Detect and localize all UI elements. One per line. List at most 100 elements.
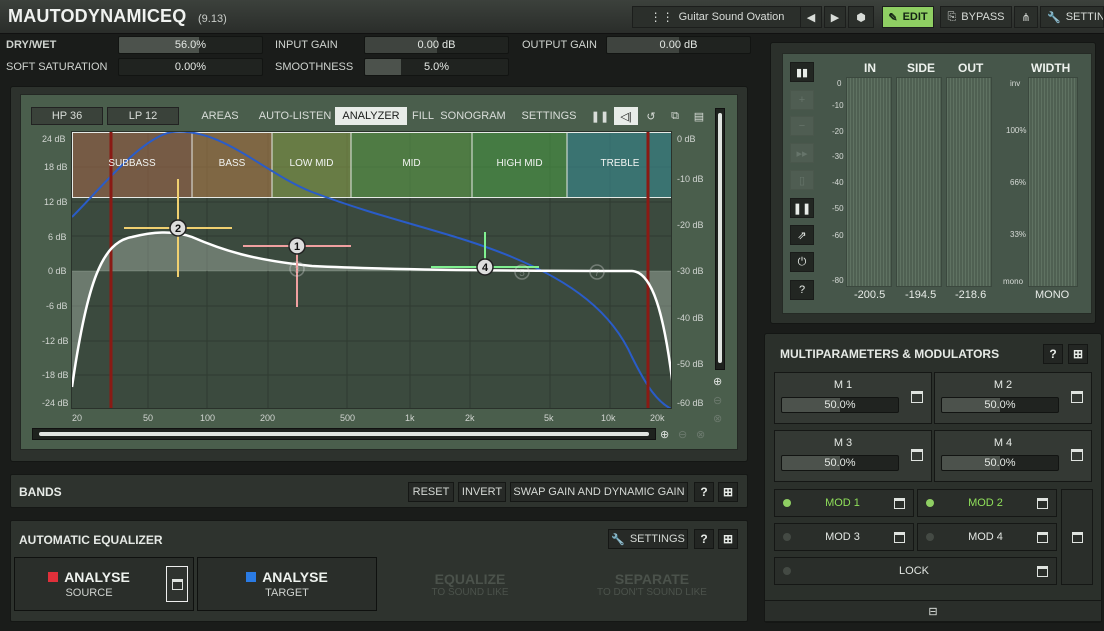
modulator-mod3[interactable]: MOD 3	[774, 523, 914, 551]
m1-slider[interactable]: 50.0%	[781, 397, 899, 413]
analyse-target-button[interactable]: ANALYSE TARGET	[197, 557, 377, 611]
edit-button[interactable]: ✎ EDIT	[882, 6, 934, 28]
meter-resize-button[interactable]: ⇗	[790, 225, 814, 245]
output-gain-slider[interactable]: 0.00 dB	[606, 36, 751, 54]
node-2-label: 2	[175, 223, 181, 235]
resize-icon: ⇗	[797, 229, 807, 242]
app-title: MAUTODYNAMICEQ	[8, 6, 187, 26]
node-5[interactable]: 5	[514, 264, 530, 280]
meter-clear-button[interactable]: ▯	[790, 170, 814, 190]
band-bass[interactable]: BASS	[192, 158, 272, 169]
h-zoom-reset-icon[interactable]: ⊗	[696, 428, 705, 441]
mod2-trash-icon[interactable]	[1037, 497, 1048, 509]
preset-selector[interactable]: ⋮⋮ Guitar Sound Ovation	[632, 6, 802, 28]
mod1-trash-icon[interactable]	[894, 497, 905, 509]
meter-forward-button[interactable]: ▸▸	[790, 143, 814, 163]
areas-tab[interactable]: AREAS	[198, 107, 242, 125]
arrow-left-icon: ◀	[806, 11, 816, 24]
multiparam-m1[interactable]: M 1 50.0%	[774, 372, 932, 424]
h-zoom-out-icon[interactable]: ⊖	[678, 428, 687, 441]
m4-trash-icon[interactable]	[1071, 449, 1083, 461]
analyzer-toggle-button[interactable]: ▮▮	[790, 62, 814, 82]
band-treble[interactable]: TREBLE	[567, 158, 671, 169]
dry-wet-slider[interactable]: 56.0%	[118, 36, 263, 54]
mod4-trash-icon[interactable]	[1037, 531, 1048, 543]
sonogram-tab[interactable]: SONOGRAM	[439, 107, 507, 125]
mod3-trash-icon[interactable]	[894, 531, 905, 543]
bands-expand-button[interactable]: ⊞	[718, 482, 738, 502]
modulator-mod2[interactable]: MOD 2	[917, 489, 1057, 517]
bands-reset-button[interactable]: RESET	[408, 482, 454, 502]
meter-add-button[interactable]: +	[790, 90, 814, 110]
h-zoom-in-icon[interactable]: ⊕	[660, 428, 669, 441]
monitor-button[interactable]: ◁|	[614, 107, 638, 125]
meter-power-button[interactable]: ⏻	[790, 252, 814, 272]
zoom-reset-icon[interactable]: ⊗	[713, 412, 722, 425]
next-preset-button[interactable]: ▶	[824, 6, 846, 28]
band-subbass[interactable]: SUBBASS	[72, 158, 192, 169]
eq-graph[interactable]: 2 1 3 4 5 7 SUBBASS BASS LOW MID MID HIG…	[71, 131, 672, 409]
settings-button[interactable]: 🔧 SETTINGS	[1040, 6, 1104, 28]
m4-value: 50.0%	[984, 457, 1016, 469]
copy-button[interactable]: ⧉	[666, 107, 684, 125]
trash-icon	[171, 578, 183, 590]
paste-button[interactable]: ▤	[690, 107, 708, 125]
input-gain-slider[interactable]: 0.00 dB	[364, 36, 509, 54]
bands-invert-button[interactable]: INVERT	[458, 482, 506, 502]
modulator-mod1[interactable]: MOD 1	[774, 489, 914, 517]
fill-tab[interactable]: FILL	[409, 107, 437, 125]
multiparam-m2[interactable]: M 2 50.0%	[934, 372, 1092, 424]
eq-settings-tab[interactable]: SETTINGS	[518, 107, 580, 125]
collapse-panel-button[interactable]: ⊟	[764, 600, 1102, 622]
auto-eq-help-button[interactable]: ?	[694, 529, 714, 549]
hz-label: 20	[72, 413, 83, 423]
separate-button[interactable]: SEPARATE TO DON'T SOUND LIKE	[562, 557, 742, 611]
routing-button[interactable]: ⋔	[1014, 6, 1038, 28]
m1-trash-icon[interactable]	[911, 391, 923, 403]
analyzer-tab[interactable]: ANALYZER	[335, 107, 407, 125]
bands-help-button[interactable]: ?	[694, 482, 714, 502]
bypass-label: BYPASS	[961, 11, 1005, 23]
reset-view-button[interactable]: ↺	[642, 107, 660, 125]
auto-eq-expand-button[interactable]: ⊞	[718, 529, 738, 549]
random-preset-button[interactable]: ⬢	[848, 6, 874, 28]
smoothness-slider[interactable]: 5.0%	[364, 58, 509, 76]
lp-filter-button[interactable]: LP 12	[107, 107, 179, 125]
multiparam-m4[interactable]: M 4 50.0%	[934, 430, 1092, 482]
auto-eq-settings-button[interactable]: 🔧 SETTINGS	[608, 529, 688, 549]
hp-filter-button[interactable]: HP 36	[31, 107, 103, 125]
vertical-scroll-thumb[interactable]	[718, 113, 722, 363]
bypass-button[interactable]: ⎘ BYPASS	[940, 6, 1012, 28]
lock-trash-icon[interactable]	[1037, 565, 1048, 577]
meter-remove-button[interactable]: −	[790, 116, 814, 136]
multiparam-m3[interactable]: M 3 50.0%	[774, 430, 932, 482]
auto-listen-tab[interactable]: AUTO-LISTEN	[257, 107, 333, 125]
zoom-out-icon[interactable]: ⊖	[713, 394, 722, 407]
vertical-scrollbar[interactable]	[715, 108, 725, 370]
band-high-mid[interactable]: HIGH MID	[472, 158, 567, 169]
meter-pause-button[interactable]: ❚❚	[790, 198, 814, 218]
prev-preset-button[interactable]: ◀	[800, 6, 822, 28]
horizontal-scrollbar[interactable]	[32, 428, 656, 440]
multiparams-help-button[interactable]: ?	[1043, 344, 1063, 364]
source-clear-button[interactable]	[166, 566, 188, 602]
pause-button[interactable]: ❚❚	[591, 107, 609, 125]
power-icon: ⏻	[797, 255, 807, 268]
band-mid[interactable]: MID	[351, 158, 472, 169]
meter-help-button[interactable]: ?	[790, 280, 814, 300]
swap-gain-button[interactable]: SWAP GAIN AND DYNAMIC GAIN	[510, 482, 688, 502]
m3-trash-icon[interactable]	[911, 449, 923, 461]
m4-slider[interactable]: 50.0%	[941, 455, 1059, 471]
zoom-in-icon[interactable]: ⊕	[713, 375, 722, 388]
band-low-mid[interactable]: LOW MID	[272, 158, 351, 169]
horizontal-scroll-thumb[interactable]	[39, 432, 649, 436]
lock-button[interactable]: LOCK	[774, 557, 1057, 585]
m3-slider[interactable]: 50.0%	[781, 455, 899, 471]
modulator-mod4[interactable]: MOD 4	[917, 523, 1057, 551]
equalize-button[interactable]: EQUALIZE TO SOUND LIKE	[380, 557, 560, 611]
multiparams-expand-button[interactable]: ⊞	[1068, 344, 1088, 364]
m2-slider[interactable]: 50.0%	[941, 397, 1059, 413]
m2-trash-icon[interactable]	[1071, 391, 1083, 403]
modulators-clear-all-button[interactable]	[1061, 489, 1093, 585]
soft-saturation-slider[interactable]: 0.00%	[118, 58, 263, 76]
